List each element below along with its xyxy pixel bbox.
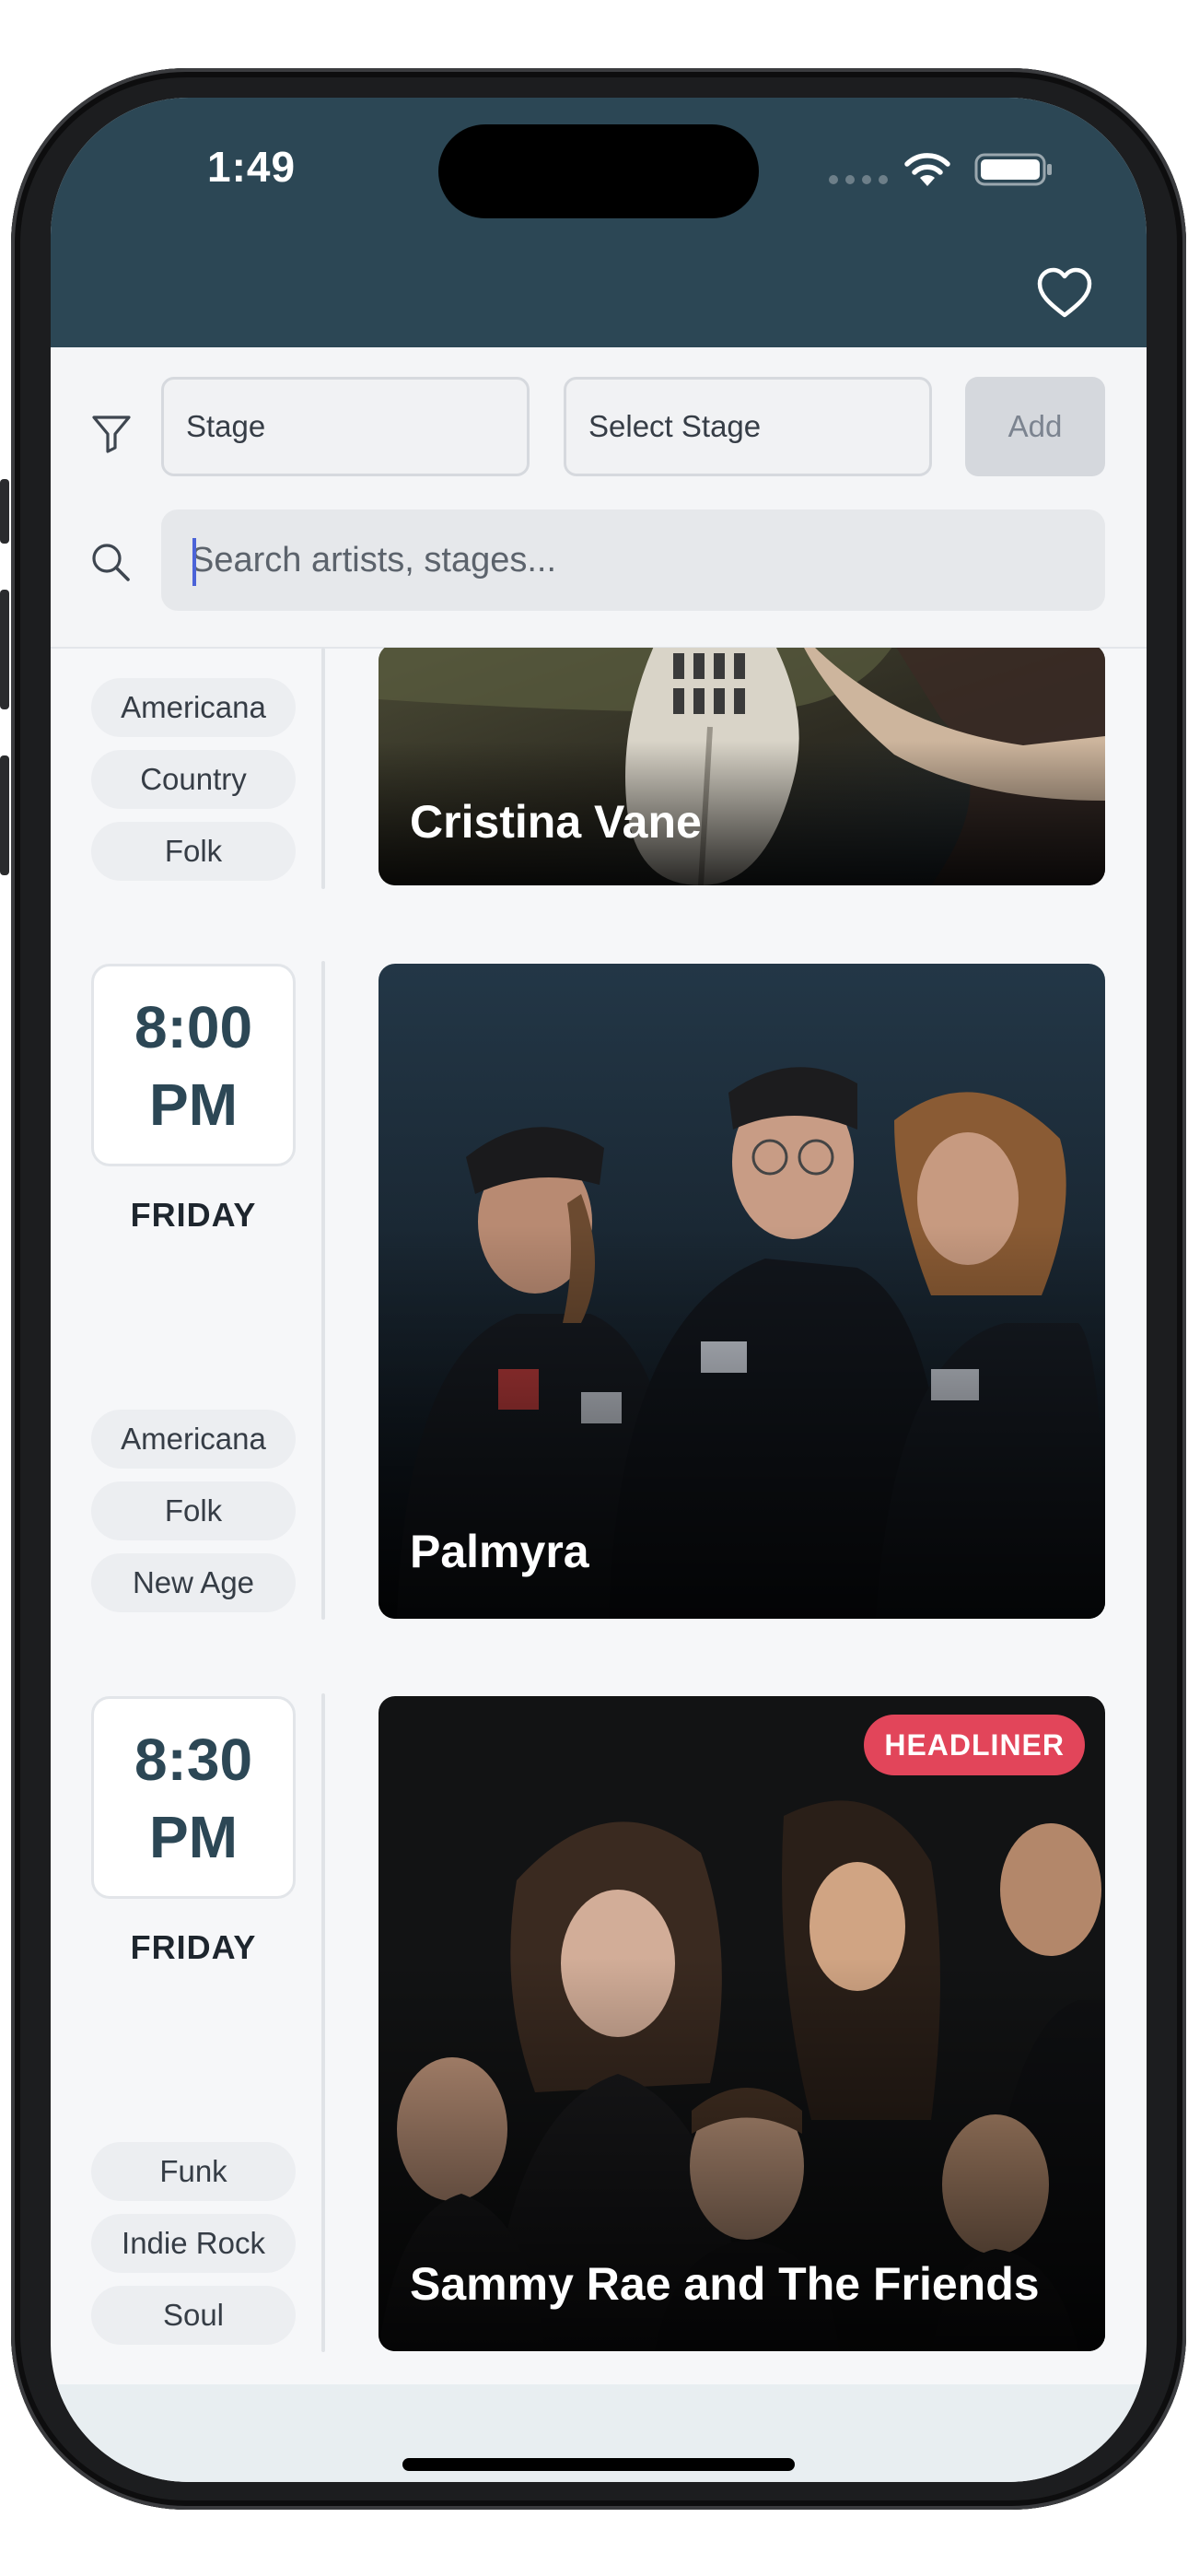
schedule-feed[interactable]: Americana Country Folk Cristina Vane 8:0… [51,648,1147,2384]
text-cursor [192,538,196,586]
app-screen: 1:49 Stage Select Stage Add Search artis… [51,98,1147,2482]
artist-name: Cristina Vane [410,796,702,848]
genre-tag: Indie Rock [91,2214,296,2273]
add-button[interactable]: Add [965,377,1105,476]
set-time-hour: 8:00 [134,994,253,1060]
timeline-divider [321,648,325,889]
genre-tag: Funk [91,2142,296,2201]
battery-icon [974,153,1052,186]
genre-tag: Americana [91,1410,296,1469]
time-box: 8:30 PM [91,1696,296,1899]
phone-side-button [0,479,9,544]
stage-field[interactable]: Stage [161,377,530,476]
home-indicator[interactable] [402,2458,795,2471]
genre-tag: New Age [91,1553,296,1612]
search-input[interactable] [161,509,1105,611]
artist-name: Palmyra [410,1526,589,1577]
genre-tag: Folk [91,822,296,881]
select-stage-dropdown[interactable]: Select Stage [564,377,932,476]
phone-side-button [0,755,9,875]
cellular-signal-icon [829,175,888,184]
headliner-badge: HEADLINER [864,1715,1085,1775]
genre-tag: Soul [91,2286,296,2345]
artist-card[interactable]: Palmyra [379,964,1105,1619]
genre-tag: Country [91,750,296,809]
status-time: 1:49 [207,143,297,191]
app-header: 1:49 [51,98,1147,347]
timeline-divider [321,961,325,1620]
search-icon [92,544,130,581]
artist-name: Sammy Rae and The Friends [410,2258,1040,2310]
set-time-ampm: PM [149,1804,238,1870]
day-label: FRIDAY [130,1928,257,1966]
artist-card[interactable]: HEADLINER Sammy Rae and The Friends [379,1696,1105,2351]
funnel-icon[interactable] [89,411,134,455]
genre-tag: Americana [91,678,296,737]
artist-card[interactable]: Cristina Vane [379,648,1105,885]
timeline-divider [321,1693,325,2352]
filter-panel: Stage Select Stage Add [51,347,1147,649]
set-time-ampm: PM [149,1071,238,1138]
wifi-icon [904,153,950,186]
set-time-hour: 8:30 [134,1727,253,1793]
heart-icon[interactable] [1036,266,1093,320]
day-label: FRIDAY [130,1196,257,1234]
genre-tag: Folk [91,1481,296,1540]
time-box: 8:00 PM [91,964,296,1166]
dynamic-island [438,124,759,218]
phone-side-button [0,590,9,709]
